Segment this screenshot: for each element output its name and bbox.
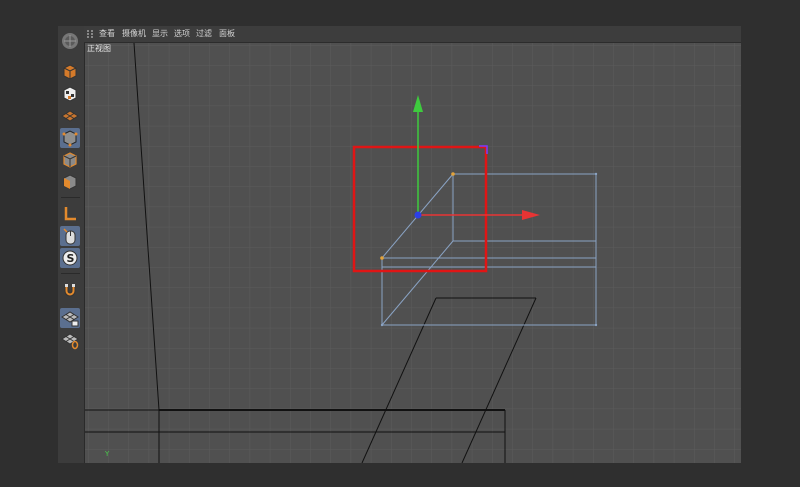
viewport-menubar: 查看 摄像机 显示 选项 过滤 面板: [84, 26, 741, 43]
polygon-grid-icon[interactable]: [60, 106, 80, 126]
cube-faces-icon[interactable]: [60, 172, 80, 192]
app-logo-icon: [60, 31, 80, 51]
front-viewport[interactable]: 正视图 Y: [85, 43, 741, 463]
viewport-name-label: 正视图: [87, 44, 111, 53]
toolbar-separator: [61, 273, 80, 274]
cube-mode-icon[interactable]: [60, 62, 80, 82]
toolbar-separator: [61, 197, 80, 198]
magnet-icon[interactable]: [60, 280, 80, 300]
axis-l-icon[interactable]: [60, 204, 80, 224]
mouse-tweak-icon[interactable]: [60, 226, 80, 246]
cube-edges-icon[interactable]: [60, 150, 80, 170]
cinema4d-window: S 查看 摄像机 显示 选项 过滤 面板 正视图 Y: [58, 26, 741, 463]
axis-indicator-y: Y: [105, 450, 110, 458]
menu-filter[interactable]: 过滤: [196, 28, 212, 39]
grid-workplane-icon[interactable]: [60, 330, 80, 350]
menu-view[interactable]: 查看: [99, 28, 115, 39]
grip-icon[interactable]: [87, 30, 94, 38]
svg-text:S: S: [67, 252, 75, 265]
viewport-scene[interactable]: [85, 43, 741, 463]
z-axis-handle[interactable]: [414, 211, 422, 219]
menu-display[interactable]: 显示: [152, 28, 168, 39]
menu-panel[interactable]: 面板: [219, 28, 235, 39]
viewport-grid: [85, 43, 741, 463]
snap-s-icon[interactable]: S: [60, 248, 80, 268]
checker-texture-icon[interactable]: [60, 84, 80, 104]
left-toolbar: S: [58, 26, 85, 463]
cube-points-icon[interactable]: [60, 128, 80, 148]
grid-lock-icon[interactable]: [60, 308, 80, 328]
menu-camera[interactable]: 摄像机: [122, 28, 146, 39]
menu-options[interactable]: 选项: [174, 28, 190, 39]
